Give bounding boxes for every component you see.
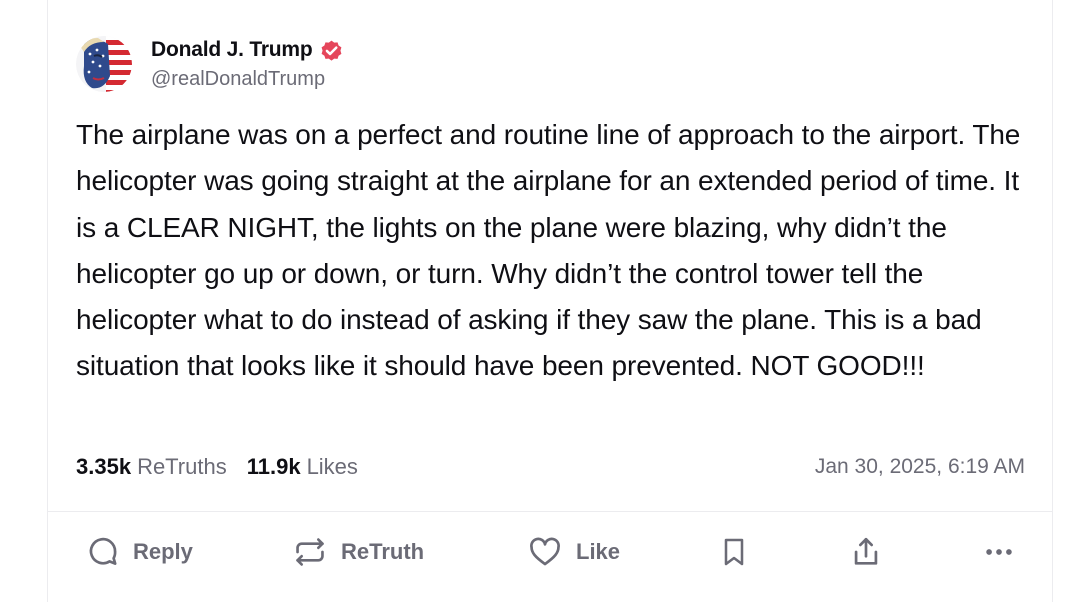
author-names: Donald J. Trump @realDonaldTrump [151,37,344,91]
likes-stat[interactable]: 11.9k Likes [247,454,358,480]
retruths-label: ReTruths [137,454,227,479]
retruth-button[interactable]: ReTruth [292,524,424,580]
action-bar: Reply ReTruth Like [48,524,1052,580]
likes-label: Likes [306,454,358,479]
retruth-icon [292,535,328,569]
likes-count: 11.9k [246,454,301,479]
post-card: Donald J. Trump @realDonaldTrump The air… [47,0,1053,602]
more-icon [982,535,1016,569]
author-display-name[interactable]: Donald J. Trump [151,38,313,62]
bookmark-icon [718,535,750,569]
reply-label: Reply [133,539,193,564]
post-stats: 3.35k ReTruths 11.9k Likes [76,452,378,482]
like-button[interactable]: Like [527,524,620,580]
post-text: The airplane was on a perfect and routin… [76,119,1021,382]
more-options-button[interactable] [982,524,1016,580]
heart-icon [527,535,563,569]
retruths-count: 3.35k [76,454,132,479]
retruth-label: ReTruth [341,539,425,564]
reply-icon [86,535,120,569]
verified-badge-icon [319,38,344,63]
author-handle[interactable]: @realDonaldTrump [151,68,344,91]
bookmark-button[interactable] [718,524,750,580]
avatar[interactable] [76,36,132,92]
post-timestamp[interactable]: Jan 30, 2025, 6:19 AM [815,452,1025,482]
like-label: Like [576,539,621,564]
reply-button[interactable]: Reply [86,524,193,580]
avatar-image [76,36,132,92]
share-button[interactable] [849,524,883,580]
name-row: Donald J. Trump [151,37,344,63]
share-icon [849,534,883,570]
post-header: Donald J. Trump @realDonaldTrump [76,34,344,94]
divider [48,511,1052,512]
retruths-stat[interactable]: 3.35k ReTruths [76,454,227,480]
